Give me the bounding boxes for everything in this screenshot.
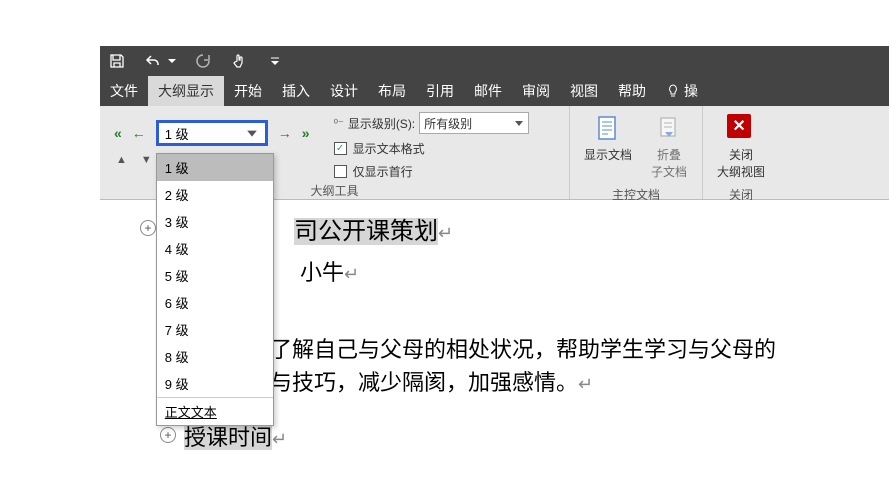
outline-expand-bullet-icon[interactable]: + — [160, 427, 176, 443]
level-option-1[interactable]: 1 级 — [157, 154, 273, 181]
level-option-5[interactable]: 5 级 — [157, 262, 273, 289]
show-text-format-checkbox[interactable]: ✓ 显示文本格式 — [334, 140, 530, 157]
tab-design[interactable]: 设计 — [320, 76, 368, 106]
show-level-select[interactable]: 所有级别 — [419, 112, 529, 134]
quick-access-toolbar — [100, 46, 889, 76]
collapse-subdoc-label-2: 子文档 — [651, 163, 687, 180]
tab-home[interactable]: 开始 — [224, 76, 272, 106]
chevron-down-icon — [514, 118, 524, 128]
show-level-label: 显示级别(S): — [348, 115, 415, 132]
level-option-8[interactable]: 8 级 — [157, 343, 273, 370]
tab-references[interactable]: 引用 — [416, 76, 464, 106]
promote-icon[interactable]: ← — [132, 125, 146, 141]
doc-body-line-2[interactable]: 与技巧，减少隔阂，加强感情。↵ — [270, 366, 889, 399]
level-option-3[interactable]: 3 级 — [157, 208, 273, 235]
chevron-down-icon — [243, 124, 261, 142]
redo-icon[interactable] — [194, 52, 212, 70]
tab-file[interactable]: 文件 — [100, 76, 148, 106]
undo-dropdown-icon[interactable] — [168, 52, 176, 70]
outline-level-dropdown[interactable]: 1 级 1 级 2 级 3 级 4 级 5 级 6 级 — [156, 120, 268, 146]
ribbon: « ← 1 级 1 级 2 级 3 级 — [100, 106, 889, 200]
outline-expand-bullet-icon[interactable]: + — [140, 220, 156, 236]
show-text-format-label: 显示文本格式 — [353, 140, 425, 157]
paragraph-mark-icon: ↵ — [344, 264, 359, 284]
level-option-6[interactable]: 6 级 — [157, 289, 273, 316]
touch-mode-icon[interactable] — [230, 52, 248, 70]
close-icon: ✕ — [727, 114, 755, 142]
tab-mailings[interactable]: 邮件 — [464, 76, 512, 106]
show-first-line-label: 仅显示首行 — [353, 163, 413, 180]
undo-icon[interactable] — [144, 52, 162, 70]
close-outline-label-1: 关闭 — [729, 146, 753, 163]
tab-review[interactable]: 审阅 — [512, 76, 560, 106]
demote-icon[interactable]: → — [278, 125, 292, 141]
menu-bar: 文件 大纲显示 开始 插入 设计 布局 引用 邮件 审阅 视图 帮助 操 — [100, 76, 889, 106]
tab-help[interactable]: 帮助 — [608, 76, 656, 106]
save-icon[interactable] — [108, 52, 126, 70]
outline-level-dropdown-list: 1 级 2 级 3 级 4 级 5 级 6 级 7 级 8 级 9 级 正文文本 — [156, 153, 274, 426]
tab-layout[interactable]: 布局 — [368, 76, 416, 106]
tab-tell-me[interactable]: 操 — [656, 76, 708, 106]
outline-promote-demote: « ← 1 级 1 级 2 级 3 级 — [108, 110, 310, 166]
show-document-button[interactable]: 显示文档 — [578, 110, 638, 167]
show-document-icon — [594, 114, 622, 142]
show-level-value: 所有级别 — [424, 115, 472, 132]
close-outline-view-button[interactable]: ✕ 关闭 大纲视图 — [711, 110, 771, 184]
paragraph-mark-icon: ↵ — [438, 223, 453, 243]
collapse-subdoc-icon — [655, 114, 683, 142]
doc-body-line-1[interactable]: 了解自己与父母的相处状况，帮助学生学习与父母的 — [270, 333, 889, 366]
collapse-subdoc-label-1: 折叠 — [657, 146, 681, 163]
doc-title[interactable]: 司公开课策划↵ — [294, 214, 453, 250]
checkbox-unchecked-icon — [334, 165, 347, 178]
doc-author[interactable]: 小牛↵ — [300, 256, 359, 289]
paragraph-mark-icon: ↵ — [578, 374, 593, 394]
tell-me-label: 操 — [684, 81, 698, 101]
show-document-label: 显示文档 — [584, 146, 632, 163]
demote-to-body-icon[interactable]: » — [302, 125, 310, 141]
outline-level-value: 1 级 — [165, 124, 189, 143]
checkbox-checked-icon: ✓ — [334, 142, 347, 155]
promote-to-heading1-icon[interactable]: « — [114, 125, 122, 141]
show-first-line-checkbox[interactable]: 仅显示首行 — [334, 163, 530, 180]
move-down-icon[interactable]: ▼ — [141, 154, 152, 166]
tab-insert[interactable]: 插入 — [272, 76, 320, 106]
level-option-2[interactable]: 2 级 — [157, 181, 273, 208]
tab-outline[interactable]: 大纲显示 — [148, 76, 224, 106]
move-up-icon[interactable]: ▲ — [116, 154, 127, 166]
paragraph-mark-icon: ↵ — [272, 429, 287, 449]
level-option-7[interactable]: 7 级 — [157, 316, 273, 343]
tab-view[interactable]: 视图 — [560, 76, 608, 106]
collapse-subdoc-button[interactable]: 折叠 子文档 — [644, 110, 694, 184]
level-option-body[interactable]: 正文文本 — [157, 397, 273, 425]
level-option-4[interactable]: 4 级 — [157, 235, 273, 262]
customize-qat-icon[interactable] — [266, 52, 284, 70]
show-level-marker-icon: ⁰⁻ — [334, 117, 344, 130]
close-outline-label-2: 大纲视图 — [717, 163, 765, 180]
level-option-9[interactable]: 9 级 — [157, 370, 273, 397]
